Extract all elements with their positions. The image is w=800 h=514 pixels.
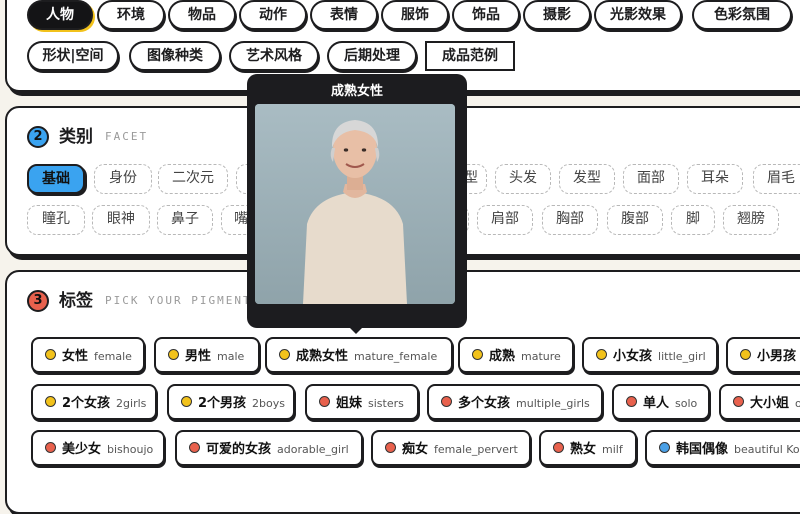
category-people[interactable]: 人物	[27, 0, 93, 30]
red-dot-icon	[319, 396, 330, 407]
tag-ojousama[interactable]: 大小姐o	[719, 384, 800, 420]
section-title-facet: 类别	[59, 127, 93, 147]
section-title-tags: 标签	[59, 291, 93, 311]
tag-little-boy[interactable]: 小男孩	[726, 337, 800, 373]
tag-female[interactable]: 女性 female	[31, 337, 145, 373]
preview-image	[255, 104, 455, 304]
tag-bishoujo[interactable]: 美少女 bishoujo	[31, 430, 165, 466]
facet-shoulders[interactable]: 肩部	[477, 205, 533, 235]
yellow-dot-icon	[45, 396, 56, 407]
facet-nose[interactable]: 鼻子	[157, 205, 213, 235]
facet-wings[interactable]: 翘膀	[723, 205, 779, 235]
tooltip-arrow	[350, 328, 362, 334]
facet-ears[interactable]: 耳朵	[687, 164, 743, 194]
facet-feet[interactable]: 脚	[671, 205, 715, 235]
section-subtitle-facet: FACET	[105, 130, 149, 143]
category-lighting[interactable]: 光影效果	[594, 0, 682, 30]
tag-solo[interactable]: 单人 solo	[612, 384, 710, 420]
facet-face[interactable]: 面部	[623, 164, 679, 194]
category-expressions[interactable]: 表情	[310, 0, 378, 30]
category-post-processing[interactable]: 后期处理	[327, 41, 417, 71]
category-examples[interactable]: 成品范例	[425, 41, 515, 71]
facet-chest[interactable]: 胸部	[542, 205, 598, 235]
blue-dot-icon	[659, 442, 670, 453]
portrait-illustration	[255, 104, 455, 304]
category-shape-space[interactable]: 形状|空间	[27, 41, 119, 71]
facet-eyebrows[interactable]: 眉毛	[753, 164, 800, 194]
tag-sisters[interactable]: 姐妹 sisters	[305, 384, 419, 420]
tag-female-pervert[interactable]: 痴女 female_pervert	[371, 430, 531, 466]
yellow-dot-icon	[472, 349, 483, 360]
tag-mature-female[interactable]: 成熟女性 mature_female	[265, 337, 453, 373]
yellow-dot-icon	[596, 349, 607, 360]
yellow-dot-icon	[279, 349, 290, 360]
section-subtitle-tags: PICK YOUR PIGMENTS	[105, 294, 261, 307]
category-accessories[interactable]: 饰品	[452, 0, 520, 30]
tag-milf[interactable]: 熟女 milf	[539, 430, 637, 466]
tag-male[interactable]: 男性 male	[154, 337, 260, 373]
tag-multiple-girls[interactable]: 多个女孩 multiple_girls	[427, 384, 603, 420]
tag-little-girl[interactable]: 小女孩 little_girl	[582, 337, 718, 373]
category-art-style[interactable]: 艺术风格	[229, 41, 319, 71]
red-dot-icon	[45, 442, 56, 453]
yellow-dot-icon	[181, 396, 192, 407]
facet-gaze[interactable]: 眼神	[92, 205, 150, 235]
section-number-3: 3	[27, 290, 49, 312]
facet-hair[interactable]: 头发	[495, 164, 551, 194]
category-clothing[interactable]: 服饰	[381, 0, 449, 30]
tag-2girls[interactable]: 2个女孩 2girls	[31, 384, 157, 420]
red-dot-icon	[733, 396, 744, 407]
yellow-dot-icon	[168, 349, 179, 360]
yellow-dot-icon	[740, 349, 751, 360]
facet-basic[interactable]: 基础	[27, 164, 85, 194]
red-dot-icon	[385, 442, 396, 453]
section-number-2: 2	[27, 126, 49, 148]
category-color-mood[interactable]: 色彩氛围	[692, 0, 792, 30]
red-dot-icon	[553, 442, 564, 453]
yellow-dot-icon	[45, 349, 56, 360]
facet-abdomen[interactable]: 腹部	[607, 205, 663, 235]
tag-mature[interactable]: 成熟 mature	[458, 337, 574, 373]
red-dot-icon	[189, 442, 200, 453]
facet-hairstyle[interactable]: 发型	[559, 164, 615, 194]
category-objects[interactable]: 物品	[168, 0, 236, 30]
red-dot-icon	[441, 396, 452, 407]
category-photography[interactable]: 摄影	[523, 0, 591, 30]
tag-korean-idol[interactable]: 韩国偶像 beautiful Kor	[645, 430, 800, 466]
tooltip-title: 成熟女性	[330, 84, 383, 99]
category-environment[interactable]: 环境	[97, 0, 165, 30]
facet-identity[interactable]: 身份	[94, 164, 152, 194]
facet-anime[interactable]: 二次元	[158, 164, 228, 194]
facet-pupils[interactable]: 瞳孔	[27, 205, 85, 235]
red-dot-icon	[626, 396, 637, 407]
tag-2boys[interactable]: 2个男孩 2boys	[167, 384, 295, 420]
category-actions[interactable]: 动作	[239, 0, 307, 30]
category-image-type[interactable]: 图像种类	[129, 41, 221, 71]
tag-adorable-girl[interactable]: 可爱的女孩 adorable_girl	[175, 430, 363, 466]
tag-preview-tooltip: 成熟女性	[247, 74, 467, 334]
